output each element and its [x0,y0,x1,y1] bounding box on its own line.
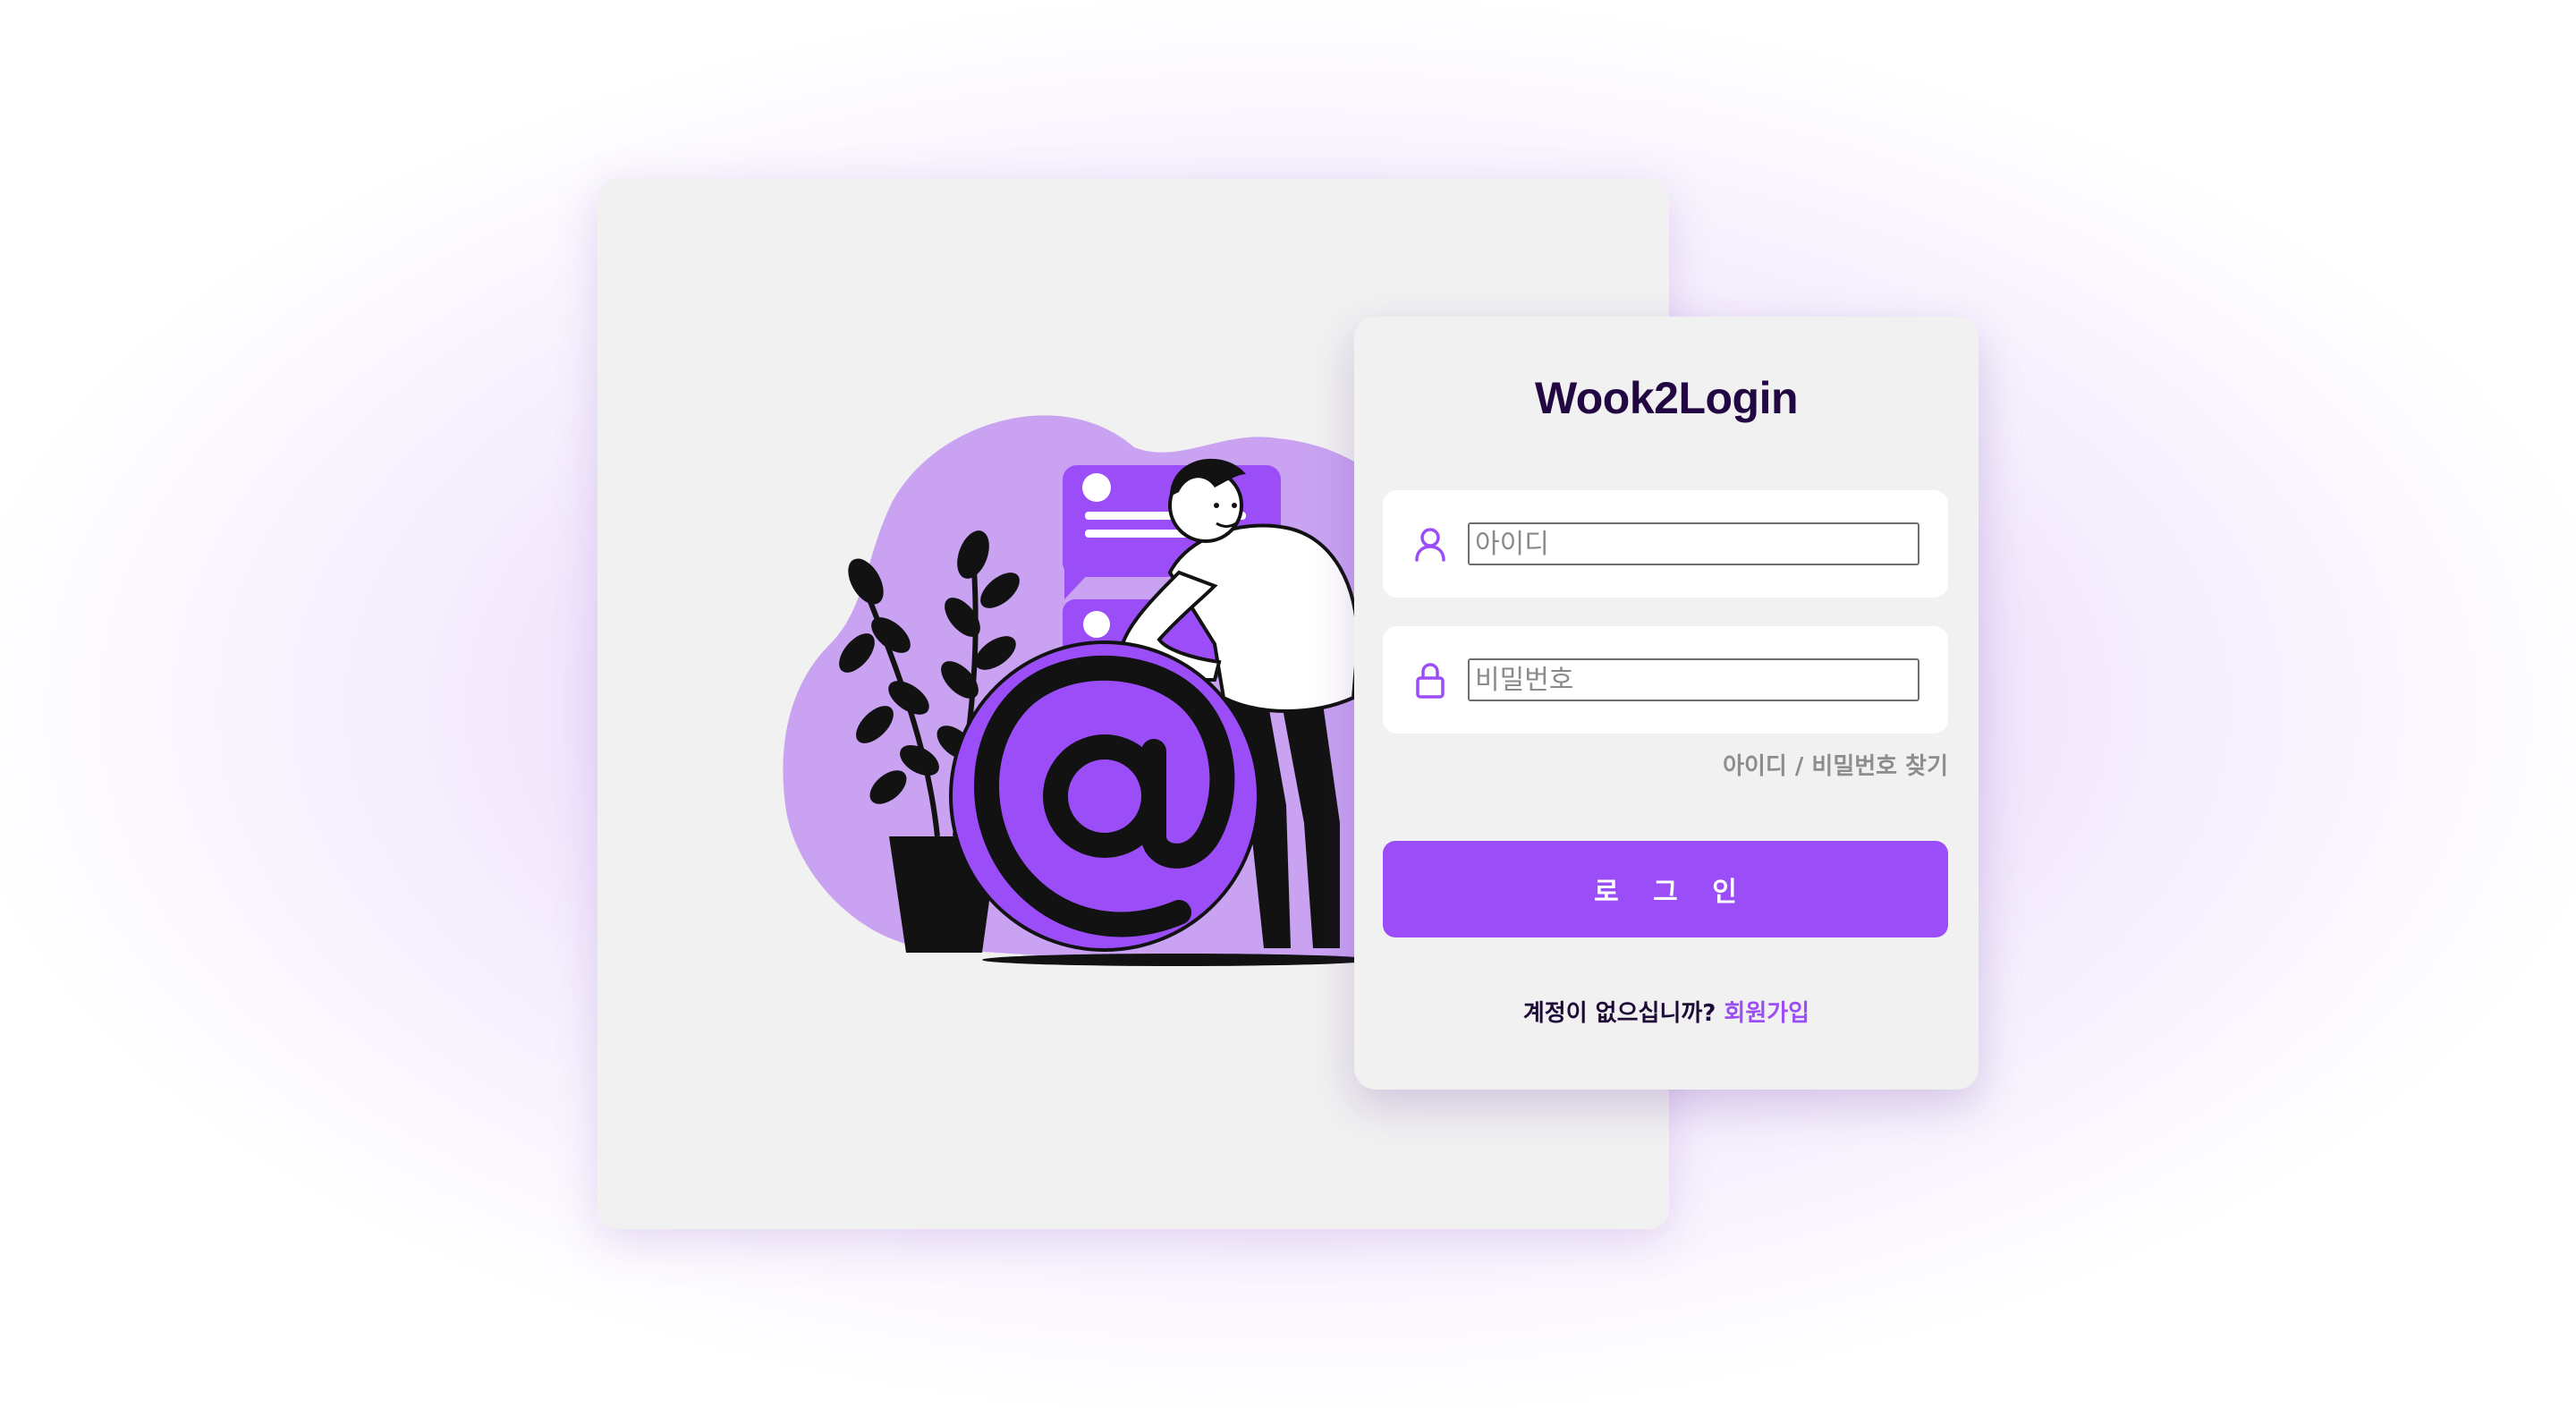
user-icon [1415,528,1445,562]
id-field [1383,490,1948,598]
signup-prompt: 계정이 없으십니까? 회원가입 [1354,995,1979,1028]
id-input[interactable] [1468,522,1919,565]
app-title: Wook2Login [1534,373,1799,423]
signup-link[interactable]: 회원가입 [1724,1000,1809,1027]
login-button[interactable]: 로 그 인 [1383,841,1948,937]
no-account-text: 계정이 없으십니까? [1522,1000,1724,1027]
lock-icon [1416,663,1445,699]
password-field [1383,626,1948,734]
email-at-icon [949,640,1260,952]
password-input[interactable] [1468,658,1919,701]
find-account-link[interactable]: 아이디 / 비밀번호 찾기 [1723,748,1948,781]
login-form: Wook2Login 아이디 / 비밀번호 찾기 로 그 인 계정이 없으십니까… [1354,317,1979,1090]
